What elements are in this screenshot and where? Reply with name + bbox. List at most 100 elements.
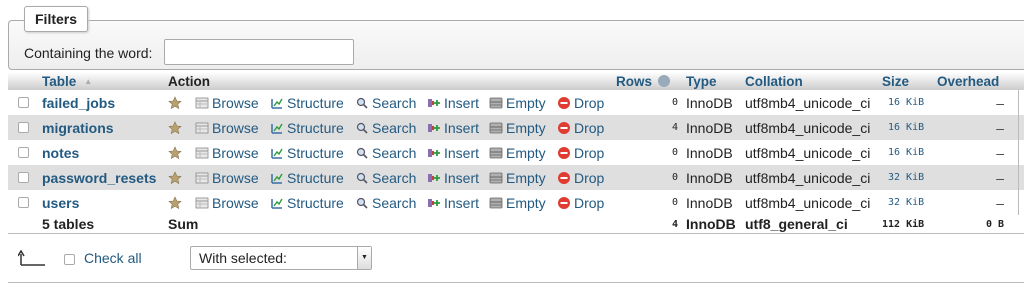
chevron-down-icon[interactable]: ▼	[357, 247, 371, 269]
insert-icon	[427, 121, 441, 135]
filters-panel	[8, 20, 1024, 70]
browse-action[interactable]: Browse	[195, 165, 259, 190]
row-count: 4	[671, 122, 678, 133]
insert-action[interactable]: Insert	[427, 190, 479, 215]
size-link[interactable]: 16 KiB	[888, 115, 924, 140]
structure-icon	[270, 96, 284, 110]
search-icon	[355, 121, 369, 135]
check-all-link[interactable]: Check all	[84, 250, 142, 266]
browse-action[interactable]: Browse	[195, 115, 259, 140]
column-rows[interactable]: Rows	[616, 72, 671, 90]
with-selected-dropdown[interactable]: With selected: ▼	[190, 246, 372, 270]
insert-icon	[427, 146, 441, 160]
column-overhead[interactable]: Overhead	[937, 72, 999, 90]
search-action[interactable]: Search	[355, 90, 416, 115]
table-row: failed_jobs Browse Structure Search Insert Em…	[8, 90, 1024, 115]
column-type[interactable]: Type	[686, 72, 717, 90]
column-table[interactable]: Table ▲	[42, 72, 92, 90]
total-overhead: 0 B	[985, 218, 1004, 230]
overhead-value: –	[996, 169, 1004, 186]
insert-icon	[427, 196, 441, 210]
search-action[interactable]: Search	[355, 140, 416, 165]
drop-action[interactable]: Drop	[557, 115, 604, 140]
total-engine: InnoDB	[686, 216, 736, 232]
table-count: 5 tables	[42, 216, 95, 232]
browse-action[interactable]: Browse	[195, 190, 259, 215]
drop-action[interactable]: Drop	[557, 90, 604, 115]
collation-value: utf8mb4_unicode_ci	[745, 119, 871, 136]
sort-asc-icon: ▲	[84, 76, 93, 86]
row-checkbox[interactable]	[18, 147, 29, 158]
empty-action[interactable]: Empty	[489, 190, 546, 215]
drop-action[interactable]: Drop	[557, 165, 604, 190]
empty-icon	[489, 96, 503, 110]
row-checkbox[interactable]	[18, 172, 29, 183]
favorite-star-icon[interactable]	[168, 140, 182, 165]
size-link[interactable]: 16 KiB	[888, 140, 924, 165]
favorite-star-icon[interactable]	[168, 190, 182, 215]
search-icon	[355, 196, 369, 210]
filter-label: Containing the word:	[24, 45, 153, 61]
drop-icon	[557, 96, 571, 110]
drop-action[interactable]: Drop	[557, 140, 604, 165]
row-checkbox[interactable]	[18, 97, 29, 108]
table-name-link[interactable]: users	[42, 190, 79, 215]
empty-icon	[489, 146, 503, 160]
size-link[interactable]: 16 KiB	[888, 90, 924, 115]
table-row: users Browse Structure Search Insert Empty Dro…	[8, 190, 1024, 215]
insert-action[interactable]: Insert	[427, 140, 479, 165]
structure-action[interactable]: Structure	[270, 115, 344, 140]
structure-action[interactable]: Structure	[270, 140, 344, 165]
row-count: 0	[671, 147, 678, 158]
table-row: notes Browse Structure Search Insert Empty Dro…	[8, 140, 1024, 165]
help-icon[interactable]	[658, 75, 671, 87]
size-link[interactable]: 32 KiB	[888, 165, 924, 190]
summary-row: 5 tables Sum 4 InnoDB utf8_general_ci 112 KiB…	[8, 215, 1024, 234]
search-action[interactable]: Search	[355, 165, 416, 190]
browse-icon	[195, 121, 209, 135]
collation-value: utf8mb4_unicode_ci	[745, 169, 871, 186]
engine-type: InnoDB	[686, 94, 733, 111]
collation-value: utf8mb4_unicode_ci	[745, 94, 871, 111]
structure-action[interactable]: Structure	[270, 190, 344, 215]
table-row: password_resets Browse Structure Search Inse…	[8, 165, 1024, 190]
favorite-star-icon[interactable]	[168, 90, 182, 115]
structure-action[interactable]: Structure	[270, 165, 344, 190]
filters-legend[interactable]: Filters	[24, 6, 89, 32]
table-header-row: Table ▲ Action Rows Type Collation Size …	[8, 72, 1024, 90]
favorite-star-icon[interactable]	[168, 115, 182, 140]
column-action: Action	[168, 73, 210, 89]
filter-input[interactable]	[164, 39, 354, 65]
insert-action[interactable]: Insert	[427, 90, 479, 115]
search-action[interactable]: Search	[355, 115, 416, 140]
insert-action[interactable]: Insert	[427, 165, 479, 190]
column-collation[interactable]: Collation	[745, 72, 803, 90]
drop-action[interactable]: Drop	[557, 190, 604, 215]
browse-action[interactable]: Browse	[195, 90, 259, 115]
check-all-checkbox[interactable]	[64, 254, 75, 265]
insert-action[interactable]: Insert	[427, 115, 479, 140]
table-name-link[interactable]: failed_jobs	[42, 90, 115, 115]
row-checkbox[interactable]	[18, 122, 29, 133]
total-collation: utf8_general_ci	[745, 216, 848, 232]
size-link[interactable]: 32 KiB	[888, 190, 924, 215]
row-checkbox[interactable]	[18, 197, 29, 208]
empty-action[interactable]: Empty	[489, 140, 546, 165]
column-size[interactable]: Size	[882, 72, 909, 90]
empty-action[interactable]: Empty	[489, 165, 546, 190]
empty-action[interactable]: Empty	[489, 90, 546, 115]
empty-action[interactable]: Empty	[489, 115, 546, 140]
engine-type: InnoDB	[686, 119, 733, 136]
table-name-link[interactable]: notes	[42, 140, 79, 165]
empty-icon	[489, 121, 503, 135]
favorite-star-icon[interactable]	[168, 165, 182, 190]
structure-action[interactable]: Structure	[270, 90, 344, 115]
browse-icon	[195, 196, 209, 210]
structure-icon	[270, 196, 284, 210]
table-name-link[interactable]: migrations	[42, 115, 114, 140]
table-name-link[interactable]: password_resets	[42, 165, 156, 190]
search-action[interactable]: Search	[355, 190, 416, 215]
total-rows: 4	[671, 218, 678, 230]
browse-action[interactable]: Browse	[195, 140, 259, 165]
sum-label: Sum	[168, 216, 199, 232]
